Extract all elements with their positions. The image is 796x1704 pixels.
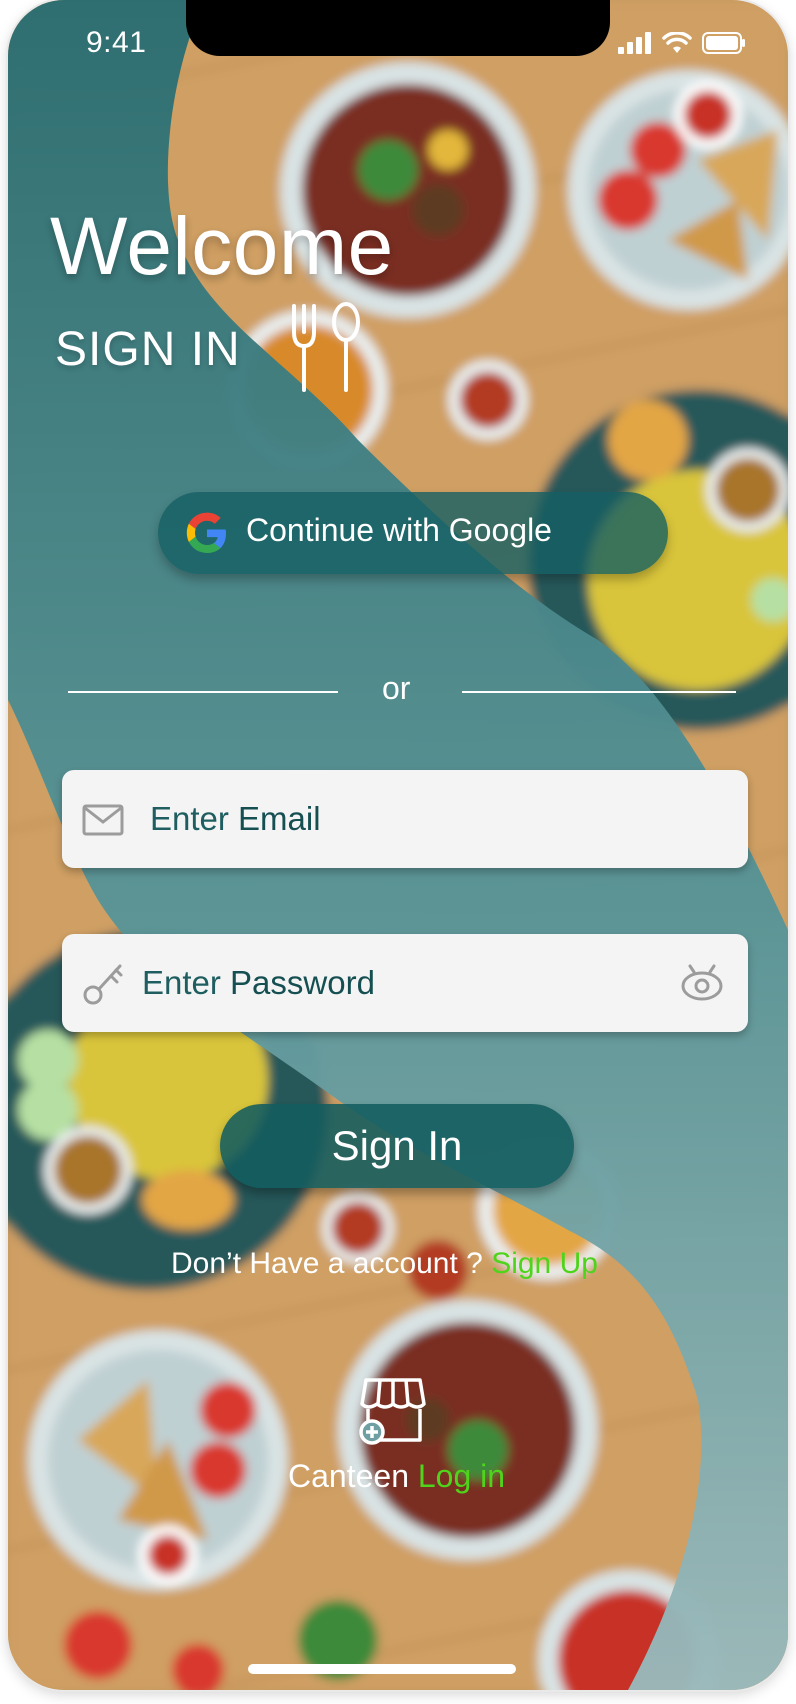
eye-icon[interactable] xyxy=(680,962,724,1002)
signal-icon xyxy=(618,32,651,54)
status-time: 9:41 xyxy=(86,26,147,59)
sign-in-heading: SIGN IN xyxy=(55,323,241,376)
canteen-login-link[interactable]: Log in xyxy=(418,1458,505,1494)
divider-line-right xyxy=(462,691,736,693)
battery-icon xyxy=(702,32,745,54)
canteen-login-prompt: Canteen Log in xyxy=(288,1458,505,1495)
continue-with-google-button[interactable]: Continue with Google xyxy=(158,492,668,574)
google-button-label: Continue with Google xyxy=(246,512,552,548)
store-icon xyxy=(359,1378,426,1445)
sign-in-button[interactable]: Sign In xyxy=(220,1104,574,1188)
phone-screen: 9:41 Welcome SIGN IN Continue with Googl… xyxy=(8,0,788,1690)
divider-or-text: or xyxy=(382,670,411,706)
password-field[interactable]: Enter Password xyxy=(62,934,748,1032)
welcome-title: Welcome xyxy=(50,201,394,292)
password-placeholder: Enter Password xyxy=(142,964,375,1001)
google-icon xyxy=(186,512,226,553)
divider-line-left xyxy=(68,691,338,693)
key-icon xyxy=(83,964,123,1005)
email-placeholder: Enter Email xyxy=(150,800,321,837)
home-indicator[interactable] xyxy=(248,1664,516,1674)
canteen-text: Canteen xyxy=(288,1458,418,1494)
wifi-icon xyxy=(662,32,692,53)
cutlery-icon xyxy=(292,302,360,392)
sign-up-link[interactable]: Sign Up xyxy=(491,1247,598,1280)
sign-up-prompt: Don’t Have a account ? Sign Up xyxy=(171,1247,598,1281)
status-icons xyxy=(618,32,746,54)
device-notch xyxy=(186,0,610,56)
email-field[interactable]: Enter Email xyxy=(62,770,748,868)
sign-up-prompt-text: Don’t Have a account ? xyxy=(171,1247,492,1280)
mail-icon xyxy=(82,804,124,836)
